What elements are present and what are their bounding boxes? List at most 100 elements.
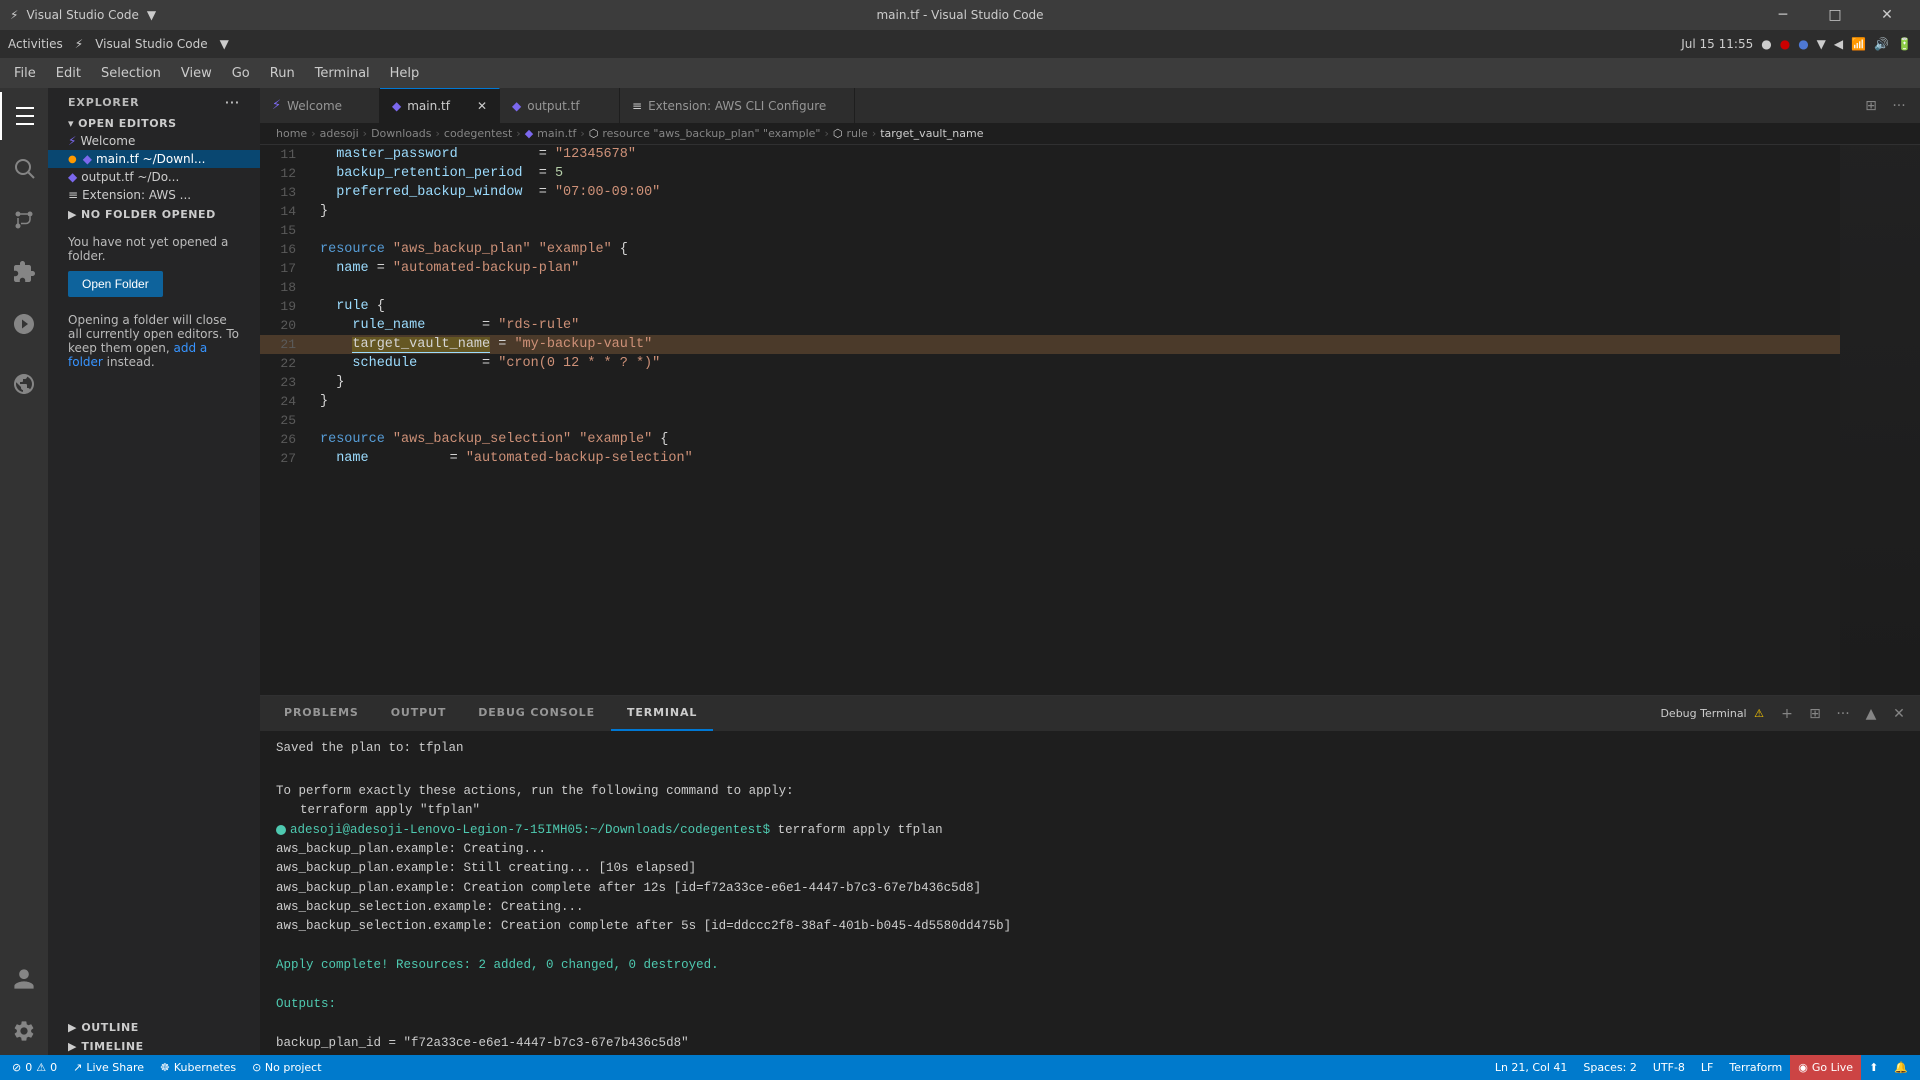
activity-explorer[interactable] [0,92,48,140]
term-output-1: backup_plan_id = "f72a33ce-e6e1-4447-b7c… [276,1034,1904,1053]
term-complete-1: aws_backup_plan.example: Creation comple… [276,879,1904,898]
tab-main-tf[interactable]: ◆ main.tf ✕ [380,88,500,123]
menu-selection[interactable]: Selection [91,62,171,85]
tab-welcome-label: Welcome [287,99,342,113]
activities-label[interactable]: Activities [8,37,63,51]
breadcrumb-resource[interactable]: resource "aws_backup_plan" "example" [602,127,820,140]
status-kubernetes[interactable]: ☸ Kubernetes [152,1055,244,1080]
sys-icon-3: ▼ [1817,37,1826,51]
status-ln-col[interactable]: Ln 21, Col 41 [1487,1055,1576,1080]
status-upload-icon[interactable]: ⬆ [1861,1055,1886,1080]
sidebar-more[interactable]: ··· [225,96,240,109]
activity-accounts[interactable] [0,955,48,1003]
open-folder-btn[interactable]: Open Folder [68,271,163,297]
breadcrumb-codegentest[interactable]: codegentest [444,127,512,140]
warning-icon-status: ⚠ [36,1061,46,1074]
app-name: Visual Studio Code [26,8,138,22]
term-creating-3: aws_backup_selection.example: Creating..… [276,898,1904,917]
panel-tab-terminal[interactable]: TERMINAL [611,696,713,731]
menu-file[interactable]: File [4,62,46,85]
no-folder-section[interactable]: ▶ NO FOLDER OPENED [48,204,260,223]
dropdown-arrow: ▼ [147,8,156,22]
term-blank-2 [276,937,1904,956]
no-folder-text: You have not yet opened a folder. [68,235,240,263]
menu-view[interactable]: View [171,62,222,85]
error-icon: ⊘ [12,1061,21,1074]
vscode-label[interactable]: Visual Studio Code [95,37,207,51]
activity-source-control[interactable] [0,196,48,244]
menu-go[interactable]: Go [222,62,260,85]
sys-icon-6: 🔊 [1874,37,1889,51]
live-share-label: Live Share [86,1061,144,1074]
status-line-ending[interactable]: LF [1693,1055,1721,1080]
tab-ext-aws[interactable]: ≡ Extension: AWS CLI Configure ✕ [620,88,855,123]
outline-section[interactable]: ▶ OUTLINE [48,1017,260,1036]
split-terminal-btn[interactable]: ⊞ [1802,701,1828,727]
breadcrumb-target-vault[interactable]: target_vault_name [880,127,983,140]
tab-ext-icon: ≡ [632,99,642,113]
panel-tab-output[interactable]: OUTPUT [375,696,463,731]
status-errors[interactable]: ⊘ 0 ⚠ 0 [4,1055,65,1080]
open-editors-section[interactable]: ▾ OPEN EDITORS [48,113,260,132]
window-title: main.tf - Visual Studio Code [876,8,1043,22]
tab-main-tf-close[interactable]: ✕ [477,99,487,113]
terminal-content[interactable]: Saved the plan to: tfplan To perform exa… [260,731,1920,1055]
menu-terminal[interactable]: Terminal [305,62,380,85]
add-terminal-btn[interactable]: + [1774,701,1800,727]
breadcrumb-home[interactable]: home [276,127,307,140]
extension-icon: ≡ [68,188,78,202]
breadcrumb-rule[interactable]: rule [847,127,868,140]
sidebar-title: EXPLORER [68,96,140,109]
sidebar-header: EXPLORER ··· [48,88,260,113]
close-btn[interactable]: ✕ [1864,0,1910,30]
open-editors-label: OPEN EDITORS [78,117,177,130]
file-item-main-tf[interactable]: ● ◆ main.tf ~/Downl... [48,150,260,168]
activity-remote[interactable] [0,360,48,408]
minimize-btn[interactable]: ─ [1760,0,1806,30]
panel-tab-debug[interactable]: DEBUG CONSOLE [462,696,611,731]
activity-run-debug[interactable] [0,300,48,348]
status-bell[interactable]: 🔔 [1886,1055,1916,1080]
maximize-btn[interactable]: □ [1812,0,1858,30]
menu-edit[interactable]: Edit [46,62,91,85]
code-line-17: 17 name = "automated-backup-plan" [260,259,1840,278]
timeline-section[interactable]: ▶ TIMELINE [48,1036,260,1055]
tab-welcome[interactable]: ⚡ Welcome ✕ [260,88,380,123]
panel-maximize-btn[interactable]: ▲ [1858,701,1884,727]
breadcrumb-adesoji[interactable]: adesoji [320,127,359,140]
status-go-live[interactable]: ◉ Go Live [1790,1055,1861,1080]
code-editor[interactable]: 11 master_password = "12345678" 12 backu… [260,145,1840,695]
status-live-share[interactable]: ↗ Live Share [65,1055,152,1080]
status-language[interactable]: Terraform [1721,1055,1790,1080]
file-item-welcome[interactable]: ⚡ Welcome [48,132,260,150]
menu-run[interactable]: Run [260,62,305,85]
activity-extensions[interactable] [0,248,48,296]
sidebar: EXPLORER ··· ▾ OPEN EDITORS ⚡ Welcome ● … [48,88,260,1055]
system-bar: Activities ⚡ Visual Studio Code ▼ Jul 15… [0,30,1920,58]
activity-settings[interactable] [0,1007,48,1055]
more-tabs-btn[interactable]: ··· [1886,93,1912,119]
breadcrumb-resource-icon: ⬡ [589,127,599,140]
tab-output-tf[interactable]: ◆ output.tf ✕ [500,88,620,123]
main-tf-label: main.tf ~/Downl... [96,152,205,166]
main-tf-icon: ◆ [83,152,92,166]
panel-tab-problems[interactable]: PROBLEMS [268,696,375,731]
menu-help[interactable]: Help [380,62,430,85]
status-encoding[interactable]: UTF-8 [1645,1055,1693,1080]
breadcrumb-downloads[interactable]: Downloads [371,127,431,140]
live-share-icon: ↗ [73,1061,82,1074]
activity-search[interactable] [0,144,48,192]
split-editor-btn[interactable]: ⊞ [1858,93,1884,119]
file-item-output-tf[interactable]: ◆ output.tf ~/Do... [48,168,260,186]
status-circleci[interactable]: ⊙ No project [244,1055,329,1080]
no-folder-label: NO FOLDER OPENED [81,208,216,221]
tab-main-tf-label: main.tf [407,99,450,113]
breadcrumb-tf-icon: ◆ [525,127,533,140]
system-bar-left: Activities ⚡ Visual Studio Code ▼ [8,37,229,51]
tab-welcome-icon: ⚡ [272,98,281,113]
more-panel-btn[interactable]: ··· [1830,701,1856,727]
file-item-extension[interactable]: ≡ Extension: AWS ... [48,186,260,204]
close-panel-btn[interactable]: ✕ [1886,701,1912,727]
breadcrumb-main-tf[interactable]: main.tf [537,127,576,140]
status-spaces[interactable]: Spaces: 2 [1575,1055,1644,1080]
